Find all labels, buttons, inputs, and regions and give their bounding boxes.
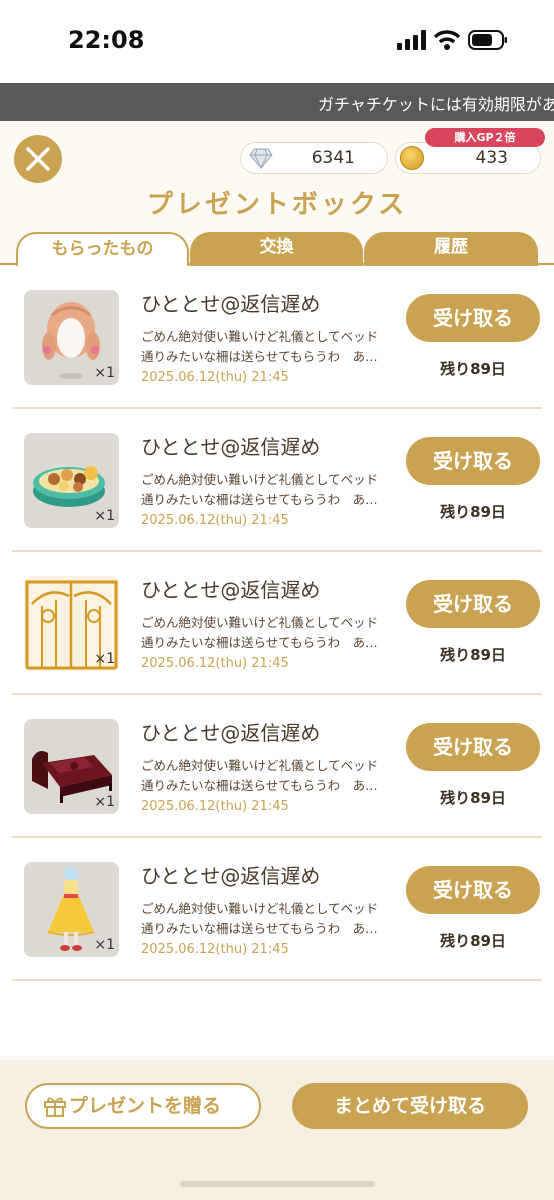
remaining-days: 残り89日 bbox=[440, 646, 506, 664]
announcement-ticker: ガチャチケットには有効期限があります bbox=[0, 83, 554, 121]
wifi-icon bbox=[434, 30, 460, 50]
sent-date: 2025.06.12(thu) 21:45 bbox=[141, 370, 289, 385]
receive-button[interactable]: 受け取る bbox=[406, 580, 540, 628]
item-thumbnail[interactable]: ×1 bbox=[24, 290, 119, 385]
gift-message: 通りみたいな柵は送らせてもらうわ あ… bbox=[141, 349, 378, 364]
status-time: 22:08 bbox=[68, 26, 145, 54]
tab-history[interactable]: 履歴 bbox=[364, 232, 538, 266]
signal-icon bbox=[397, 30, 426, 50]
status-bar: 22:08 bbox=[0, 0, 554, 82]
gift-message: ごめん絶対使い難いけど礼儀としてベッド bbox=[141, 329, 379, 344]
sent-date: 2025.06.12(thu) 21:45 bbox=[141, 799, 289, 814]
item-quantity: ×1 bbox=[94, 365, 115, 381]
item-thumbnail[interactable]: ×1 bbox=[24, 433, 119, 528]
item-quantity: ×1 bbox=[94, 937, 115, 953]
send-gift-label: プレゼントを贈る bbox=[69, 1095, 222, 1117]
coin-count: 433 bbox=[475, 148, 508, 168]
remaining-days: 残り89日 bbox=[440, 360, 506, 378]
gem-count: 6341 bbox=[311, 148, 355, 168]
gift-icon bbox=[44, 1097, 66, 1117]
receive-all-button[interactable]: まとめて受け取る bbox=[292, 1083, 528, 1129]
gift-item: ×1 ひととせ@返信遅め ごめん絶対使い難いけど礼儀としてベッド 通りみたいな柵… bbox=[12, 409, 542, 552]
gift-message: 通りみたいな柵は送らせてもらうわ あ… bbox=[141, 921, 378, 936]
diamond-icon bbox=[249, 148, 273, 169]
sent-date: 2025.06.12(thu) 21:45 bbox=[141, 942, 289, 957]
receive-button[interactable]: 受け取る bbox=[406, 437, 540, 485]
gift-message: ごめん絶対使い難いけど礼儀としてベッド bbox=[141, 472, 379, 487]
gift-item: ×1 ひととせ@返信遅め ごめん絶対使い難いけど礼儀としてベッド 通りみたいな柵… bbox=[12, 552, 542, 695]
gem-balance[interactable]: 6341 bbox=[240, 142, 388, 174]
sent-date: 2025.06.12(thu) 21:45 bbox=[141, 656, 289, 671]
footer-bar bbox=[0, 1060, 554, 1200]
item-quantity: ×1 bbox=[94, 651, 115, 667]
gift-message: 通りみたいな柵は送らせてもらうわ あ… bbox=[141, 492, 378, 507]
receive-button[interactable]: 受け取る bbox=[406, 294, 540, 342]
home-indicator[interactable] bbox=[180, 1181, 375, 1187]
gift-list: ×1 ひととせ@返信遅め ごめん絶対使い難いけど礼儀としてベッド 通りみたいな柵… bbox=[0, 266, 554, 1056]
sender-name: ひととせ@返信遅め bbox=[141, 721, 321, 745]
tab-received[interactable]: もらったもの bbox=[16, 232, 189, 267]
gift-message: ごめん絶対使い難いけど礼儀としてベッド bbox=[141, 615, 379, 630]
item-thumbnail[interactable]: ×1 bbox=[24, 576, 119, 671]
gift-message: 通りみたいな柵は送らせてもらうわ あ… bbox=[141, 635, 378, 650]
gift-item: ×1 ひととせ@返信遅め ごめん絶対使い難いけど礼儀としてベッド 通りみたいな柵… bbox=[12, 266, 542, 409]
coin-icon bbox=[400, 146, 424, 170]
receive-button[interactable]: 受け取る bbox=[406, 866, 540, 914]
remaining-days: 残り89日 bbox=[440, 932, 506, 950]
gift-item: ×1 ひととせ@返信遅め ごめん絶対使い難いけど礼儀としてベッド 通りみたいな柵… bbox=[12, 695, 542, 838]
sender-name: ひととせ@返信遅め bbox=[141, 578, 321, 602]
battery-icon bbox=[468, 30, 507, 50]
sender-name: ひととせ@返信遅め bbox=[141, 435, 321, 459]
item-thumbnail[interactable]: ×1 bbox=[24, 719, 119, 814]
remaining-days: 残り89日 bbox=[440, 503, 506, 521]
send-gift-button[interactable]: プレゼントを贈る bbox=[25, 1083, 261, 1129]
ticker-text: ガチャチケットには有効期限があります bbox=[318, 95, 554, 114]
tab-exchange[interactable]: 交換 bbox=[190, 232, 363, 266]
sender-name: ひととせ@返信遅め bbox=[141, 864, 321, 888]
close-icon bbox=[26, 147, 50, 171]
item-quantity: ×1 bbox=[94, 794, 115, 810]
item-thumbnail[interactable]: ×1 bbox=[24, 862, 119, 957]
close-button[interactable] bbox=[14, 135, 62, 183]
item-quantity: ×1 bbox=[94, 508, 115, 524]
sender-name: ひととせ@返信遅め bbox=[141, 292, 321, 316]
gift-message: ごめん絶対使い難いけど礼儀としてベッド bbox=[141, 758, 379, 773]
purchase-bonus-badge[interactable]: 購入GP２倍 bbox=[425, 128, 545, 147]
remaining-days: 残り89日 bbox=[440, 789, 506, 807]
gift-message: ごめん絶対使い難いけど礼儀としてベッド bbox=[141, 901, 379, 916]
gift-item: ×1 ひととせ@返信遅め ごめん絶対使い難いけど礼儀としてベッド 通りみたいな柵… bbox=[12, 838, 542, 981]
receive-button[interactable]: 受け取る bbox=[406, 723, 540, 771]
sent-date: 2025.06.12(thu) 21:45 bbox=[141, 513, 289, 528]
gift-message: 通りみたいな柵は送らせてもらうわ あ… bbox=[141, 778, 378, 793]
page-title: プレゼントボックス bbox=[146, 190, 408, 220]
